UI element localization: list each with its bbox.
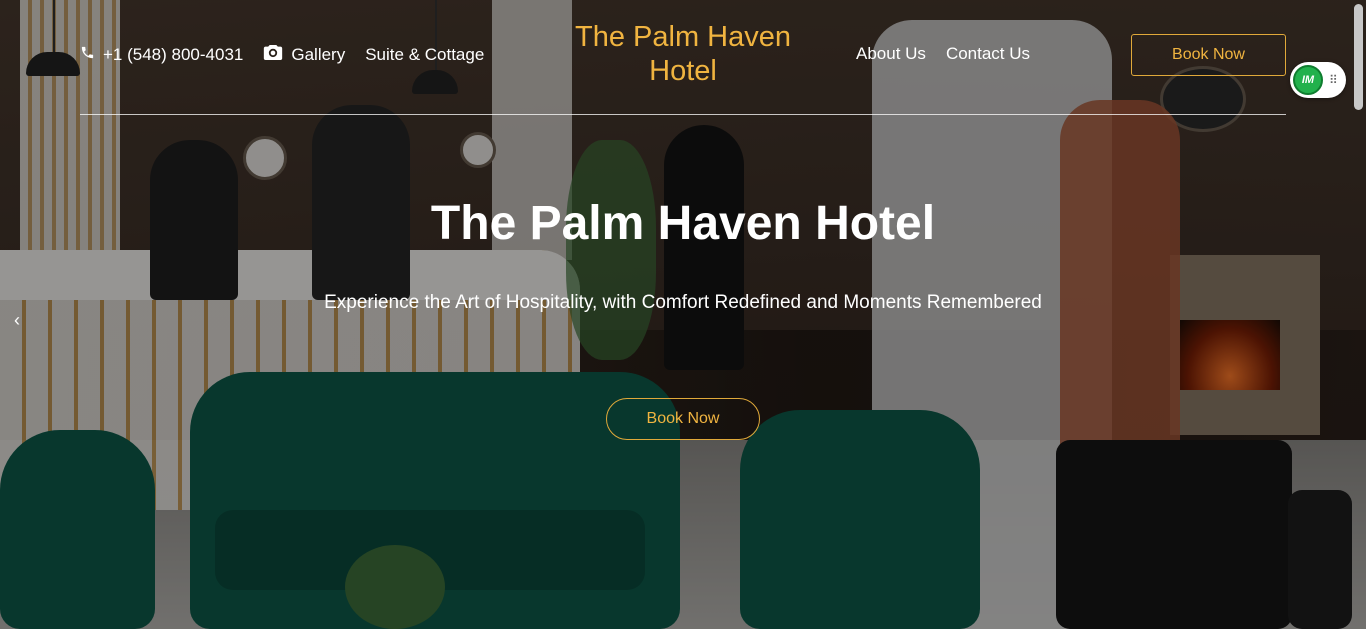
nav-contact-us[interactable]: Contact Us [946,44,1030,64]
widget-logo-icon: IM [1293,65,1323,95]
phone-number: +1 (548) 800-4031 [103,45,244,64]
scrollbar-thumb[interactable] [1354,4,1363,110]
hero-book-now-button[interactable]: Book Now [606,398,760,440]
site-logo[interactable]: The Palm Haven Hotel [562,20,804,88]
phone-link[interactable]: +1 (548) 800-4031 [80,45,243,65]
hero-section: +1 (548) 800-4031 Gallery Suite & Cottag… [0,0,1366,629]
nav-gallery[interactable]: Gallery [263,44,345,66]
camera-icon [263,44,283,66]
nav-suite-cottage[interactable]: Suite & Cottage [365,45,484,65]
hero-title: The Palm Haven Hotel [430,197,936,250]
floating-widget[interactable]: IM ⠿ [1290,62,1346,98]
nav-gallery-label: Gallery [291,45,346,64]
nav-about-us[interactable]: About Us [856,44,926,64]
logo-line-2: Hotel [649,55,717,87]
logo-line-1: The Palm Haven [575,21,791,53]
page-scrollbar[interactable] [1352,0,1366,629]
phone-icon [80,45,95,65]
site-header: +1 (548) 800-4031 Gallery Suite & Cottag… [0,0,1366,116]
nav-right: About Us Contact Us [856,44,1030,64]
drag-handle-icon[interactable]: ⠿ [1329,74,1338,86]
header-divider [80,114,1286,115]
nav-left: +1 (548) 800-4031 Gallery Suite & Cottag… [80,44,484,66]
nav-suite-label: Suite & Cottage [365,45,485,64]
hero-subtitle: Experience the Art of Hospitality, with … [324,292,1042,313]
header-book-now-button[interactable]: Book Now [1131,34,1286,76]
